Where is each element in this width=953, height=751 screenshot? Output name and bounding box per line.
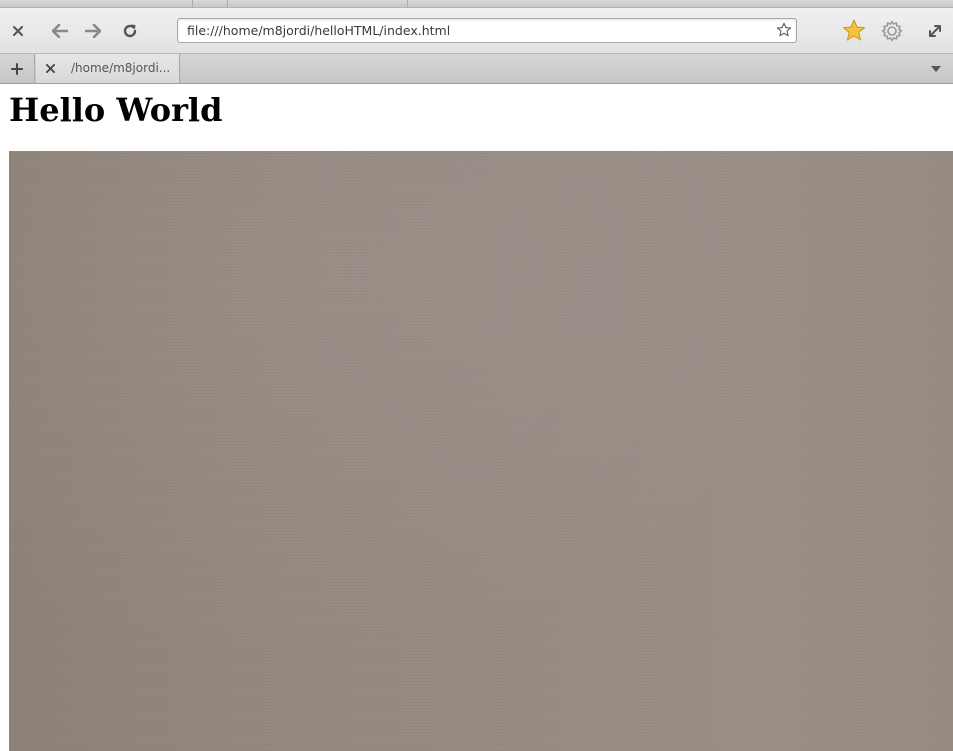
fullscreen-button[interactable]: [921, 8, 949, 53]
star-outline-icon: [776, 22, 792, 37]
page-heading: Hello World: [9, 91, 223, 129]
tab[interactable]: /home/m8jordi...: [36, 54, 180, 83]
close-window-button[interactable]: [4, 8, 32, 53]
page-content: Hello World: [0, 84, 953, 751]
back-button[interactable]: [46, 8, 74, 53]
tab-title: /home/m8jordi...: [71, 61, 171, 75]
gear-icon: [881, 20, 903, 41]
forward-arrow-icon: [85, 23, 101, 38]
tab-close-button[interactable]: [42, 54, 58, 83]
settings-button[interactable]: [878, 8, 906, 53]
forward-button[interactable]: [79, 8, 107, 53]
tab-list-button[interactable]: [927, 54, 945, 83]
chevron-down-icon: [931, 65, 941, 72]
back-arrow-icon: [52, 23, 68, 38]
reload-icon: [123, 24, 137, 37]
page-image: [9, 151, 953, 751]
new-tab-button[interactable]: [0, 54, 35, 83]
expand-icon: [929, 24, 941, 37]
browser-toolbar: [0, 8, 953, 53]
address-bar[interactable]: [177, 18, 797, 43]
window-strip-segment: [0, 0, 193, 7]
bookmarks-button[interactable]: [840, 8, 868, 53]
tab-bar: /home/m8jordi...: [0, 53, 953, 84]
bookmark-page-button[interactable]: [775, 21, 793, 39]
url-input[interactable]: [187, 19, 767, 42]
star-icon: [843, 19, 865, 41]
close-icon: [45, 64, 55, 73]
window-strip-segment: [228, 0, 408, 7]
reload-button[interactable]: [116, 8, 144, 53]
close-icon: [13, 25, 23, 36]
window-title-strip: [0, 0, 953, 8]
plus-icon: [11, 62, 23, 75]
window-strip-segment: [193, 0, 228, 7]
